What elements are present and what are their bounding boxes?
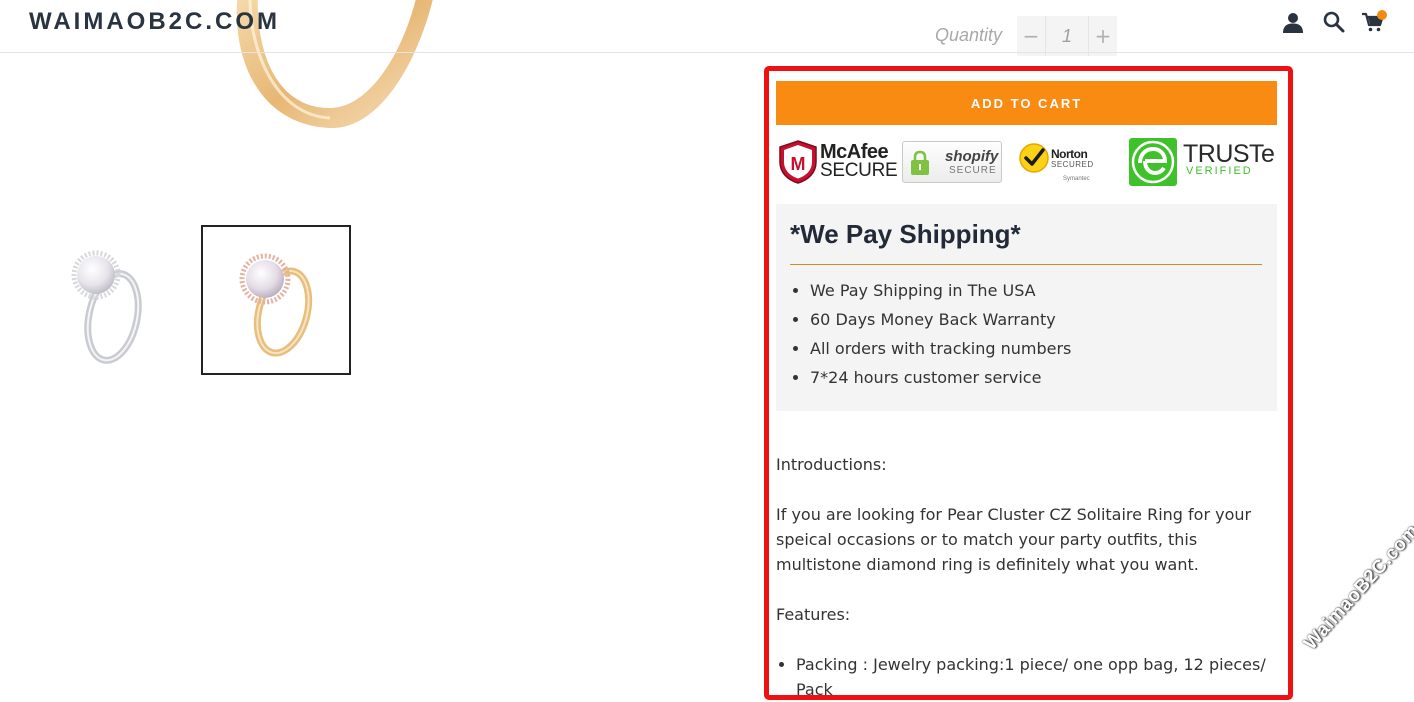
norton-by: Symantec xyxy=(1063,176,1090,182)
norton-name: Norton xyxy=(1051,147,1088,161)
shipping-item: We Pay Shipping in The USA xyxy=(810,276,1071,305)
site-header: WAIMAOB2C.COM xyxy=(0,0,1414,53)
truste-logo-icon xyxy=(1129,138,1177,186)
norton-check-icon xyxy=(1019,143,1049,173)
features-heading: Features: xyxy=(776,605,851,624)
mcafee-secure-badge[interactable]: M McAfee SECURE xyxy=(778,138,898,186)
shipping-list: We Pay Shipping in The USA 60 Days Money… xyxy=(810,276,1071,392)
norton-secured-badge[interactable]: Norton SECURED Symantec xyxy=(1018,138,1103,186)
product-description: If you are looking for Pear Cluster CZ S… xyxy=(776,505,1252,574)
shopify-name: shopify xyxy=(945,148,999,165)
shopify-secure-badge[interactable]: shopify SECURE xyxy=(902,141,1002,183)
site-logo[interactable]: WAIMAOB2C.COM xyxy=(29,8,280,36)
shipping-title: *We Pay Shipping* xyxy=(790,219,1021,249)
features-list: Packing : Jewelry packing:1 piece/ one o… xyxy=(796,652,1276,702)
cart-count-dot xyxy=(1377,10,1387,20)
shipping-item: 7*24 hours customer service xyxy=(810,363,1071,392)
search-icon[interactable] xyxy=(1322,10,1346,34)
add-to-cart-button[interactable]: ADD TO CART xyxy=(776,81,1277,125)
shipping-item: All orders with tracking numbers xyxy=(810,334,1071,363)
truste-sub: VERIFIED xyxy=(1186,165,1253,177)
norton-sub: SECURED xyxy=(1051,160,1094,169)
account-icon[interactable] xyxy=(1281,10,1305,34)
padlock-icon xyxy=(911,150,929,175)
shopify-sub: SECURE xyxy=(949,165,997,176)
watermark: WaimaoB2C.com xyxy=(1300,520,1414,655)
shipping-divider xyxy=(790,264,1262,265)
product-thumbnail-selected[interactable] xyxy=(201,225,351,375)
shipping-item: 60 Days Money Back Warranty xyxy=(810,305,1071,334)
introductions-heading: Introductions: xyxy=(776,455,887,474)
truste-verified-badge[interactable]: TRUSTe VERIFIED xyxy=(1128,136,1278,188)
feature-item: Packing : Jewelry packing:1 piece/ one o… xyxy=(796,652,1276,702)
shipping-info-panel: *We Pay Shipping* We Pay Shipping in The… xyxy=(776,204,1277,411)
mcafee-sub: SECURE xyxy=(820,160,898,181)
mcafee-shield-icon: M xyxy=(779,140,817,184)
product-thumbnail[interactable] xyxy=(28,225,178,375)
svg-text:M: M xyxy=(791,154,806,174)
